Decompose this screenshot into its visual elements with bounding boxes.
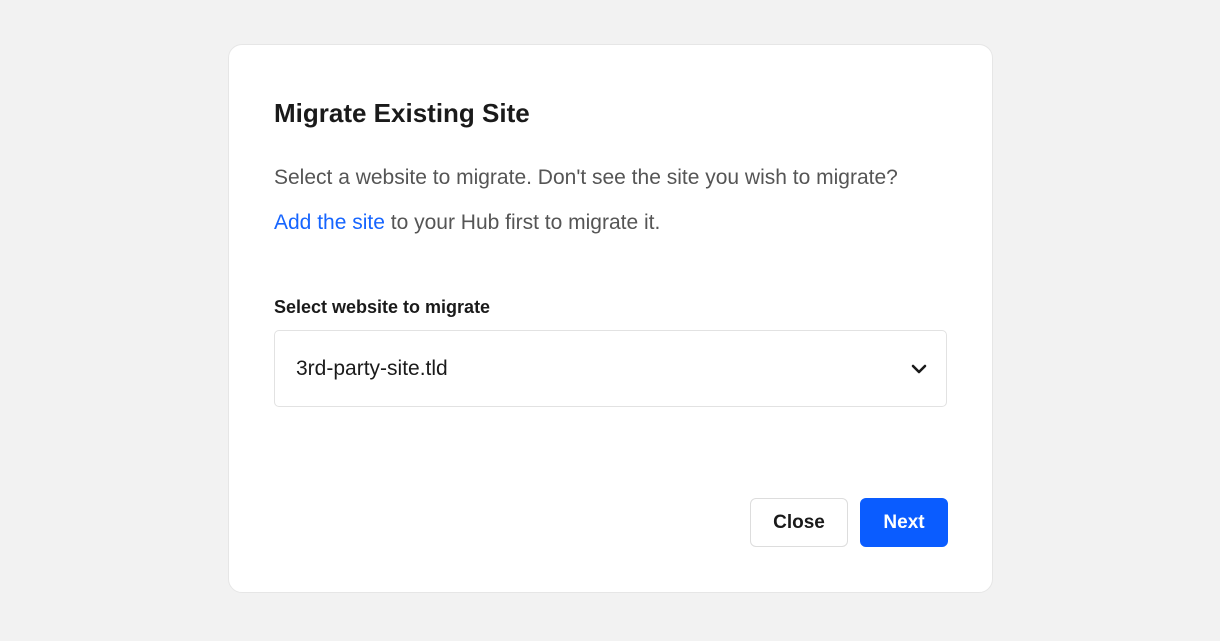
migrate-site-modal: Migrate Existing Site Select a website t…	[228, 44, 993, 593]
next-button[interactable]: Next	[860, 498, 948, 547]
description-tail: to your Hub first to migrate it.	[384, 211, 661, 234]
modal-description: Select a website to migrate. Don't see t…	[274, 155, 964, 245]
add-site-link[interactable]: Add the site	[274, 211, 385, 234]
close-button[interactable]: Close	[750, 498, 848, 547]
website-select[interactable]: 3rd-party-site.tld	[274, 330, 947, 407]
description-text: Select a website to migrate. Don't see t…	[274, 166, 898, 189]
select-website-label: Select website to migrate	[274, 297, 491, 317]
selected-website-value: 3rd-party-site.tld	[296, 357, 448, 380]
modal-title: Migrate Existing Site	[274, 98, 530, 128]
chevron-down-icon	[911, 364, 927, 374]
